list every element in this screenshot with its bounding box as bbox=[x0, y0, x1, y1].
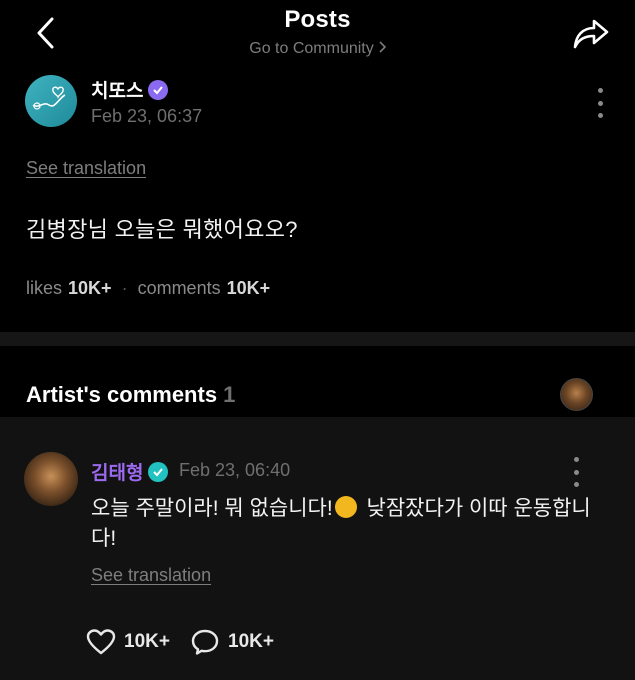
comment-author-name-text: 김태형 bbox=[91, 463, 144, 484]
go-to-community-link[interactable]: Go to Community bbox=[0, 40, 635, 58]
share-arrow-icon bbox=[573, 19, 609, 49]
post-author-avatar[interactable] bbox=[25, 75, 77, 127]
comment-author-avatar[interactable] bbox=[24, 452, 78, 506]
post-stats: likes 10K+ · comments 10K+ bbox=[26, 278, 270, 299]
comment-text-part-1: 오늘 주말이라! 뭐 없습니다! bbox=[91, 497, 333, 520]
author-name-text: 치또스 bbox=[91, 81, 144, 102]
community-link-label: Go to Community bbox=[249, 40, 374, 57]
post-body-text: 김병장님 오늘은 뭐했어요오? bbox=[26, 217, 298, 242]
comment-reply-button[interactable]: 10K+ bbox=[190, 628, 274, 656]
share-button[interactable] bbox=[571, 14, 611, 54]
comment-like-button[interactable]: 10K+ bbox=[86, 628, 170, 656]
artist-comments-heading: Artist's comments 1 bbox=[26, 382, 235, 408]
comment-like-count: 10K+ bbox=[124, 631, 170, 652]
yawning-face-emoji-icon bbox=[334, 496, 357, 518]
heart-icon bbox=[86, 629, 116, 655]
artist-comments-count: 1 bbox=[223, 382, 236, 407]
comment-author-name[interactable]: 김태형 bbox=[91, 458, 169, 485]
post-timestamp: Feb 23, 06:37 bbox=[91, 106, 203, 126]
post-more-options-icon[interactable] bbox=[590, 88, 610, 118]
separator-dot: · bbox=[121, 278, 128, 298]
comment-body-text: 오늘 주말이라! 뭐 없습니다! 낮잠잤다가 이따 운동합니다! bbox=[91, 494, 601, 554]
avatar-doodle-image bbox=[32, 86, 66, 110]
artist-avatar-thumbnail[interactable] bbox=[560, 378, 593, 411]
comment-see-translation-link[interactable]: See translation bbox=[91, 565, 211, 586]
post-see-translation-link[interactable]: See translation bbox=[26, 158, 146, 179]
comment-more-options-icon[interactable] bbox=[566, 457, 586, 487]
artist-comments-title: Artist's comments bbox=[26, 382, 218, 407]
chevron-right-icon bbox=[378, 40, 386, 58]
comment-timestamp: Feb 23, 06:40 bbox=[179, 460, 291, 480]
likes-label: likes bbox=[26, 278, 63, 298]
page-title: Posts bbox=[284, 6, 351, 33]
post-author-name[interactable]: 치또스 bbox=[91, 76, 169, 103]
comments-label[interactable]: comments bbox=[138, 278, 221, 299]
top-bar: Posts Go to Community bbox=[0, 0, 635, 70]
verified-badge-icon bbox=[148, 461, 169, 482]
comments-count: 10K+ bbox=[226, 278, 271, 298]
comment-reply-count: 10K+ bbox=[228, 631, 274, 652]
speech-bubble-icon bbox=[191, 629, 219, 655]
verified-badge-icon bbox=[148, 79, 169, 100]
likes-count: 10K+ bbox=[68, 278, 112, 298]
section-divider bbox=[0, 332, 635, 346]
